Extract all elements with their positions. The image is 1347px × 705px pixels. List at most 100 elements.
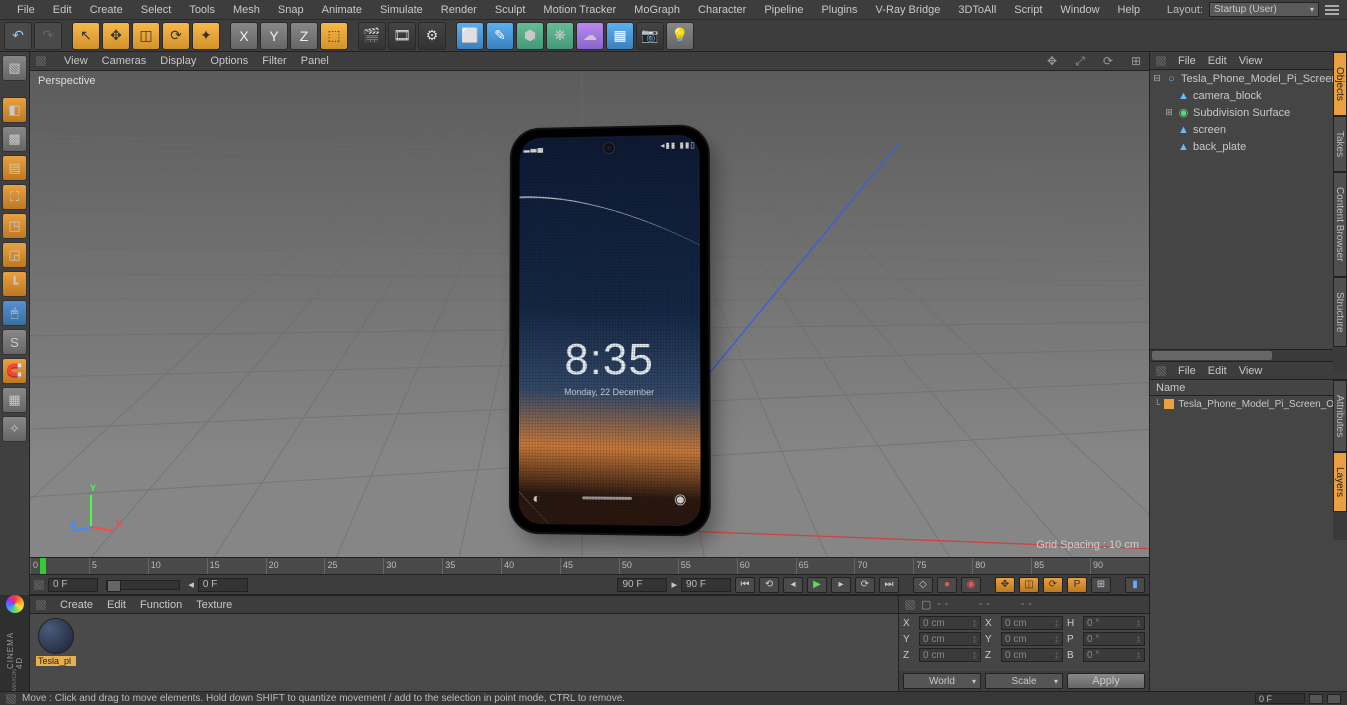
key-pos-button[interactable]: ✥ (995, 577, 1015, 593)
mat-menu-texture[interactable]: Texture (196, 599, 232, 611)
grip-icon[interactable] (36, 56, 46, 66)
axis-center-button[interactable]: ✧ (2, 416, 27, 442)
coord-apply-button[interactable]: Apply (1067, 673, 1145, 689)
lay-menu-edit[interactable]: Edit (1208, 365, 1227, 377)
timeline-total-field[interactable]: 90 F (681, 578, 731, 592)
menu-edit[interactable]: Edit (44, 4, 81, 16)
scale-tool-button[interactable]: ◫ (132, 22, 160, 50)
key-scale-button[interactable]: ◫ (1019, 577, 1039, 593)
tree-twisty-icon[interactable]: ⊟ (1152, 73, 1162, 84)
snap-toggle-button[interactable]: 🧲 (2, 358, 27, 384)
coord-system-button[interactable]: ⬚ (320, 22, 348, 50)
redo-button[interactable]: ↷ (34, 22, 62, 50)
menu-file[interactable]: File (8, 4, 44, 16)
locked-wp-button[interactable]: ▦ (2, 387, 27, 413)
obj-menu-file[interactable]: File (1178, 55, 1196, 67)
next-frame-button[interactable]: ▸ (831, 577, 851, 593)
deformer-button[interactable]: ❋ (546, 22, 574, 50)
axis-z-button[interactable]: Z (290, 22, 318, 50)
prev-frame-button[interactable]: ◂ (783, 577, 803, 593)
menu-help[interactable]: Help (1109, 4, 1150, 16)
tweak-button[interactable]: 🖱 (2, 300, 27, 326)
undo-button[interactable]: ↶ (4, 22, 32, 50)
tree-row[interactable]: back_plate (1150, 138, 1347, 155)
layers-list[interactable]: └ Tesla_Phone_Model_Pi_Screen_On (1150, 396, 1347, 691)
coord-input[interactable]: 0 ° (1083, 648, 1145, 662)
rotate-tool-button[interactable]: ⟳ (162, 22, 190, 50)
axis-gizmo[interactable]: YXZ (66, 487, 116, 537)
axis-y-button[interactable]: Y (260, 22, 288, 50)
spline-button[interactable]: ✎ (486, 22, 514, 50)
lasttool-button[interactable]: ✦ (192, 22, 220, 50)
timeline-end-field[interactable]: 90 F (617, 578, 667, 592)
status-icon[interactable] (1309, 694, 1323, 704)
grip-icon[interactable] (6, 694, 16, 704)
key-param-button[interactable]: P (1067, 577, 1087, 593)
menu-plugins[interactable]: Plugins (812, 4, 866, 16)
render-view-button[interactable]: 🎬 (358, 22, 386, 50)
status-frame-field[interactable]: 0 F (1255, 693, 1305, 704)
rtab-layers[interactable]: Layers (1333, 452, 1347, 512)
lay-menu-file[interactable]: File (1178, 365, 1196, 377)
autokey-button[interactable]: ● (937, 577, 957, 593)
coord-input[interactable]: 0 cm (919, 616, 981, 630)
vp-menu-options[interactable]: Options (210, 55, 248, 67)
timeline-start-field[interactable]: 0 F (48, 578, 98, 592)
next-key-button[interactable]: ⟳ (855, 577, 875, 593)
point-mode-button[interactable]: ⛶ (2, 184, 27, 210)
vp-menu-view[interactable]: View (64, 55, 88, 67)
vp-nav-panel-icon[interactable]: ⊞ (1129, 54, 1143, 68)
menu-snap[interactable]: Snap (269, 4, 313, 16)
layer-item[interactable]: └ Tesla_Phone_Model_Pi_Screen_On (1150, 396, 1347, 412)
menu-create[interactable]: Create (81, 4, 132, 16)
mat-menu-function[interactable]: Function (140, 599, 182, 611)
material-item[interactable]: Tesla_pl (34, 618, 78, 666)
grip-icon[interactable] (1156, 366, 1166, 376)
rtab-structure[interactable]: Structure (1333, 277, 1347, 348)
menu-window[interactable]: Window (1051, 4, 1108, 16)
obj-menu-edit[interactable]: Edit (1208, 55, 1227, 67)
timeline-ruler[interactable]: 051015202530354045505560657075808590 (30, 557, 1149, 575)
rtab-objects[interactable]: Objects (1333, 52, 1347, 116)
render-settings-button[interactable]: ⚙ (418, 22, 446, 50)
key-pla-button[interactable]: ⊞ (1091, 577, 1111, 593)
tree-twisty-icon[interactable]: ⊞ (1164, 107, 1174, 118)
edge-mode-button[interactable]: ◳ (2, 213, 27, 239)
menu-tools[interactable]: Tools (180, 4, 224, 16)
environment-button[interactable]: ☁ (576, 22, 604, 50)
menu-mesh[interactable]: Mesh (224, 4, 269, 16)
vp-nav-pan-icon[interactable]: ✥ (1045, 54, 1059, 68)
key-sel-button[interactable]: ▮ (1125, 577, 1145, 593)
object-tree[interactable]: ⊟Tesla_Phone_Model_Pi_Screen_Oncamera_bl… (1150, 70, 1347, 349)
texture-mode-button[interactable]: ▩ (2, 126, 27, 152)
status-icon[interactable] (1327, 694, 1341, 704)
make-editable-button[interactable]: ▧ (2, 55, 27, 81)
goto-start-button[interactable]: ⏮ (735, 577, 755, 593)
vp-nav-zoom-icon[interactable]: ⤢ (1073, 54, 1087, 68)
keyframe-button[interactable]: ◉ (961, 577, 981, 593)
tree-row[interactable]: ⊞Subdivision Surface (1150, 104, 1347, 121)
record-button[interactable]: ◇ (913, 577, 933, 593)
phone-model[interactable]: 8:35 Monday, 22 December ◐ ◉ ▂▃▄ ◂▮▮ ▮▮▯ (511, 126, 709, 534)
grip-icon[interactable] (1156, 56, 1166, 66)
goto-end-button[interactable]: ⏭ (879, 577, 899, 593)
layout-menu-icon[interactable] (1325, 5, 1339, 15)
vp-menu-display[interactable]: Display (160, 55, 196, 67)
viewport-canvas[interactable]: Perspective Grid Spacing : 10 cm 8:35 Mo… (30, 71, 1149, 557)
coord-input[interactable]: 0 cm (1001, 616, 1063, 630)
vp-menu-panel[interactable]: Panel (301, 55, 329, 67)
coord-mode-dropdown[interactable]: Scale (985, 673, 1063, 689)
vp-nav-orbit-icon[interactable]: ⟳ (1101, 54, 1115, 68)
menu-animate[interactable]: Animate (313, 4, 371, 16)
snap-s-button[interactable]: S (2, 329, 27, 355)
menu-sculpt[interactable]: Sculpt (486, 4, 535, 16)
coord-input[interactable]: 0 cm (919, 648, 981, 662)
camera-button[interactable]: ▦ (606, 22, 634, 50)
axis-x-button[interactable]: X (230, 22, 258, 50)
menu-select[interactable]: Select (132, 4, 181, 16)
menu-script[interactable]: Script (1005, 4, 1051, 16)
vp-menu-cameras[interactable]: Cameras (102, 55, 147, 67)
workplane-button[interactable]: ▤ (2, 155, 27, 181)
key-rot-button[interactable]: ⟳ (1043, 577, 1063, 593)
grip-icon[interactable] (905, 600, 915, 610)
